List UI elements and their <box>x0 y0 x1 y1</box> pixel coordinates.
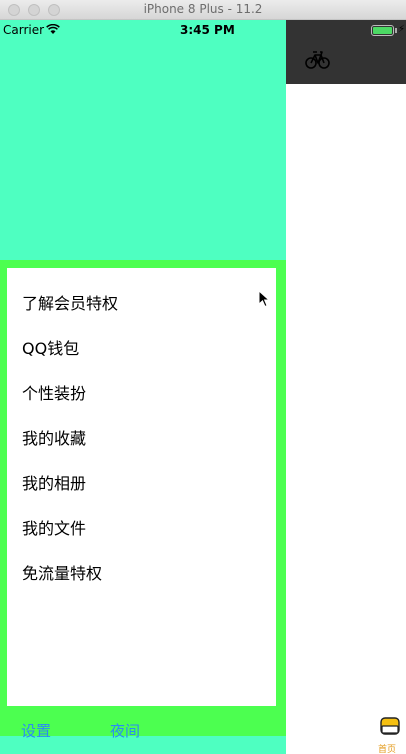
main-content <box>286 84 406 754</box>
menu-item-member-privileges[interactable]: 了解会员特权 <box>22 290 118 314</box>
bicycle-icon[interactable] <box>305 48 330 70</box>
settings-button[interactable]: 设置 <box>21 720 51 741</box>
window-title: iPhone 8 Plus - 11.2 <box>143 2 263 16</box>
menu-list: 了解会员特权 QQ钱包 个性装扮 我的收藏 我的相册 我的文件 免流量特权 <box>7 268 276 706</box>
status-bar: Carrier 3:45 PM ⚡ <box>0 20 406 40</box>
status-time: 3:45 PM <box>180 23 235 37</box>
menu-item-my-favorites[interactable]: 我的收藏 <box>22 425 86 449</box>
menu-item-personal-dressup[interactable]: 个性装扮 <box>22 380 86 404</box>
menu-item-qq-wallet[interactable]: QQ钱包 <box>22 335 79 359</box>
mouse-cursor-icon <box>258 290 270 308</box>
battery-level <box>373 27 392 34</box>
battery-icon <box>371 25 394 36</box>
battery-tip <box>395 28 397 33</box>
shop-icon[interactable] <box>380 716 400 736</box>
wifi-icon <box>46 24 60 34</box>
menu-item-my-album[interactable]: 我的相册 <box>22 470 86 494</box>
night-mode-button[interactable]: 夜间 <box>110 720 140 741</box>
carrier-label: Carrier <box>3 23 45 37</box>
simulator-titlebar: iPhone 8 Plus - 11.2 <box>0 0 406 20</box>
menu-frame: 了解会员特权 QQ钱包 个性装扮 我的收藏 我的相册 我的文件 免流量特权 <box>0 260 286 736</box>
menu-item-free-data[interactable]: 免流量特权 <box>22 560 102 584</box>
menu-item-my-files[interactable]: 我的文件 <box>22 515 86 539</box>
side-drawer: 了解会员特权 QQ钱包 个性装扮 我的收藏 我的相册 我的文件 免流量特权 <box>0 20 286 754</box>
charging-icon: ⚡ <box>398 24 406 35</box>
tab-home-label[interactable]: 首页 <box>378 742 396 754</box>
